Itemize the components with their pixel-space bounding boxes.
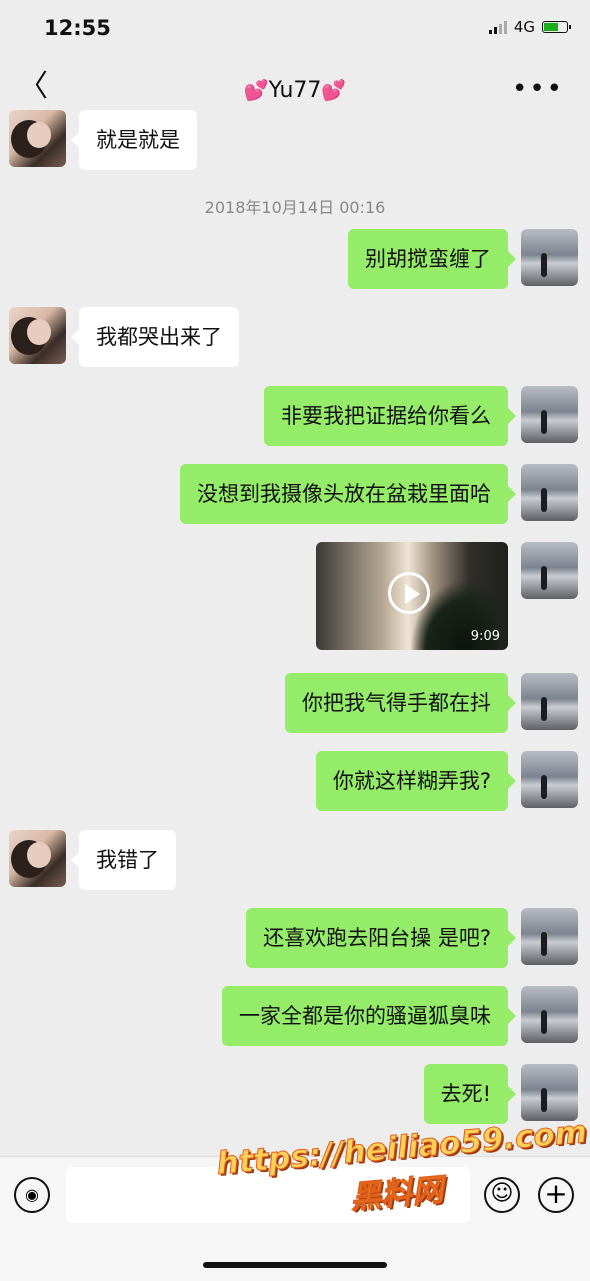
heart-emoji: 💕 (321, 78, 347, 102)
message-bubble[interactable]: 非要我把证据给你看么 (264, 386, 516, 446)
video-duration: 9:09 (470, 629, 500, 644)
voice-icon[interactable]: ◉ (14, 1177, 50, 1213)
contact-avatar[interactable] (9, 830, 66, 887)
message-bubble[interactable]: 没想到我摄像头放在盆栽里面哈 (180, 464, 516, 524)
plus-icon[interactable]: + (538, 1177, 574, 1213)
signal-icon (488, 20, 507, 34)
contact-avatar[interactable] (9, 110, 66, 167)
home-indicator (203, 1262, 387, 1268)
user-avatar[interactable] (521, 542, 578, 599)
user-avatar[interactable] (521, 908, 578, 965)
video-message[interactable]: 9:09 (316, 542, 508, 650)
emoji-icon[interactable]: ☺ (484, 1177, 520, 1213)
network-label: 4G (513, 18, 535, 36)
contact-avatar[interactable] (9, 307, 66, 364)
message-bubble[interactable]: 你就这样糊弄我? (315, 751, 517, 811)
status-time: 12:55 (44, 16, 111, 40)
status-bar: 12:55 4G (0, 0, 590, 60)
user-avatar[interactable] (521, 673, 578, 730)
user-avatar[interactable] (521, 1064, 578, 1121)
user-avatar[interactable] (521, 229, 578, 286)
user-avatar[interactable] (521, 386, 578, 443)
message-timestamp: 2018年10月14日 00:16 (204, 198, 386, 217)
user-avatar[interactable] (521, 464, 578, 521)
chat-title: 💕Yu77💕 (0, 78, 590, 103)
user-avatar[interactable] (521, 986, 578, 1043)
battery-icon (542, 21, 571, 33)
message-bubble[interactable]: 就是就是 (71, 110, 197, 170)
message-bubble[interactable]: 一家全都是你的骚逼狐臭味 (222, 986, 516, 1046)
message-bubble[interactable]: 去死! (423, 1064, 517, 1124)
message-bubble[interactable]: 别胡搅蛮缠了 (348, 229, 516, 289)
play-icon[interactable] (388, 572, 430, 614)
status-icons: 4G (488, 18, 571, 36)
heart-emoji: 💕 (243, 78, 269, 102)
watermark-name: 黑料网 (348, 1172, 445, 1217)
message-bubble[interactable]: 我都哭出来了 (71, 307, 239, 367)
message-bubble[interactable]: 我错了 (71, 830, 176, 890)
message-bubble[interactable]: 还喜欢跑去阳台操 是吧? (246, 908, 516, 968)
more-icon[interactable]: ••• (512, 74, 564, 104)
user-avatar[interactable] (521, 751, 578, 808)
message-bubble[interactable]: 你把我气得手都在抖 (285, 673, 516, 733)
contact-name: Yu77 (268, 78, 322, 103)
